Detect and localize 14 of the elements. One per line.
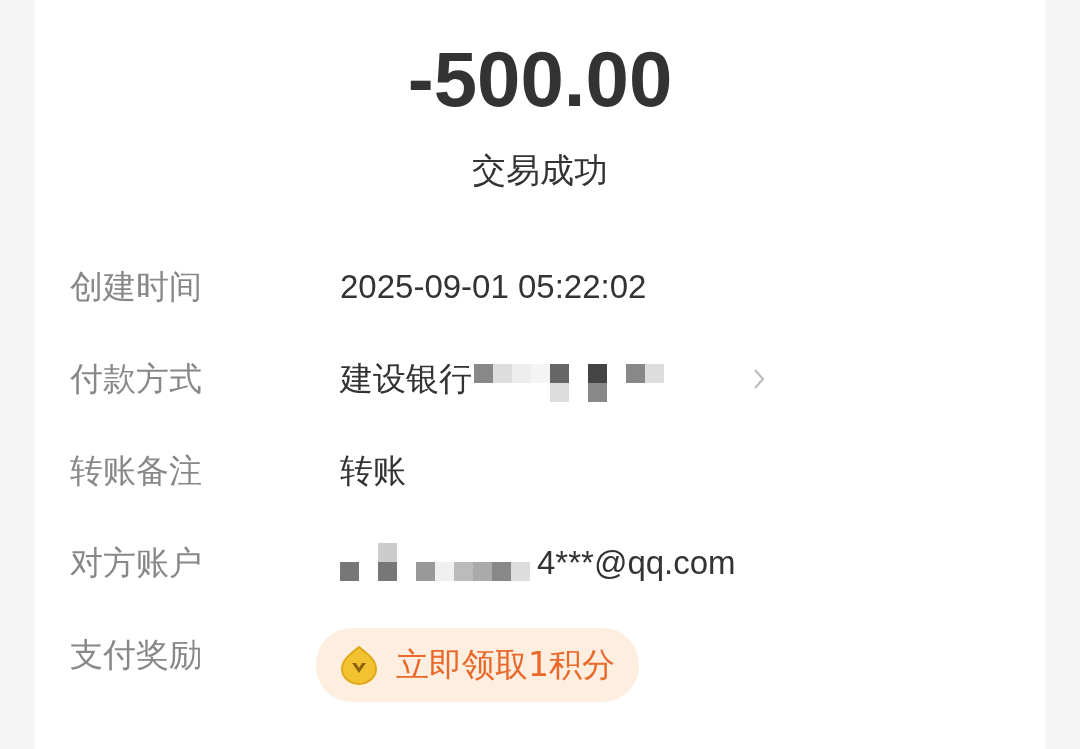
detail-label: 对方账户: [70, 541, 203, 584]
detail-label: 支付奖励: [70, 633, 203, 676]
detail-value: 4***@qq.com: [537, 544, 736, 582]
detail-label: 转账备注: [70, 449, 203, 492]
detail-label: 创建时间: [70, 265, 203, 308]
amount: -500.00: [407, 40, 673, 118]
detail-value: 转账: [340, 450, 406, 491]
claim-points-button[interactable]: 立即领取1积分: [316, 628, 639, 702]
detail-value: 建设银行: [340, 358, 472, 399]
transaction-status: 交易成功: [472, 149, 608, 192]
detail-value: 2025-09-01 05:22:02: [340, 268, 647, 306]
detail-label: 付款方式: [70, 357, 203, 400]
chevron-right-icon[interactable]: [752, 367, 766, 391]
coin-icon: [340, 645, 378, 685]
